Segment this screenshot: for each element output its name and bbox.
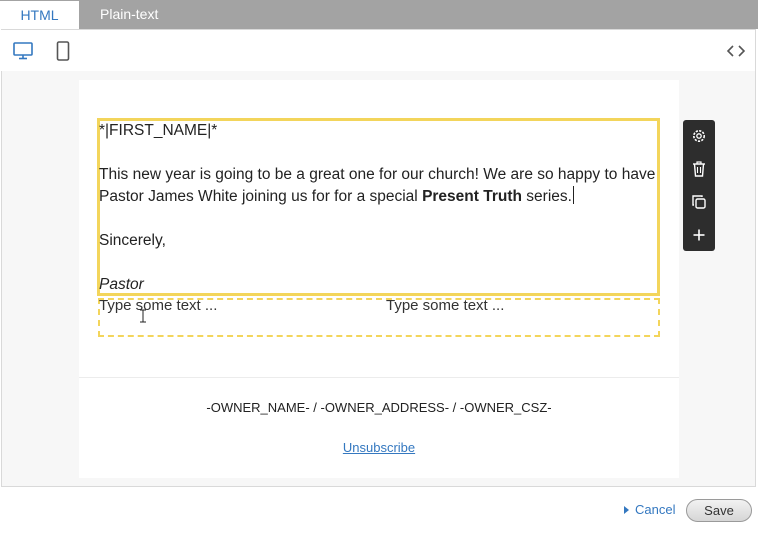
unsubscribe-link[interactable]: Unsubscribe (343, 440, 415, 455)
column-2-placeholder[interactable]: Type some text ... (386, 297, 504, 314)
block-settings-button[interactable] (683, 120, 715, 152)
cancel-button[interactable]: Cancel (624, 502, 675, 517)
body-bold-text: Present Truth (422, 188, 522, 205)
ibeam-cursor-icon (140, 309, 146, 323)
code-icon (726, 45, 746, 57)
cancel-label: Cancel (635, 502, 676, 517)
block-duplicate-button[interactable] (683, 186, 715, 218)
tab-plain-text[interactable]: Plain-text (100, 0, 158, 29)
text-block-content[interactable]: *|FIRST_NAME|* This new year is going to… (99, 120, 659, 296)
tab-html[interactable]: HTML (0, 0, 79, 30)
gear-icon (693, 130, 705, 142)
mobile-icon (56, 41, 70, 61)
caret-right-icon (624, 505, 629, 514)
block-delete-button[interactable] (683, 153, 715, 185)
editor-toolbar (1, 30, 755, 71)
duplicate-icon (692, 195, 706, 209)
block-add-button[interactable] (683, 219, 715, 251)
mobile-view-button[interactable] (50, 38, 76, 64)
code-view-button[interactable] (723, 38, 749, 64)
text-cursor (572, 186, 574, 204)
body-text-end: series. (521, 188, 572, 205)
trash-icon (693, 161, 705, 177)
closing-text: Sincerely, (99, 232, 166, 249)
desktop-view-button[interactable] (10, 38, 36, 64)
merge-tag-first-name: *|FIRST_NAME|* (99, 122, 218, 139)
save-button[interactable]: Save (686, 499, 752, 522)
block-tools-panel (683, 120, 715, 251)
footer-divider (79, 377, 679, 378)
desktop-icon (13, 42, 33, 60)
body-paragraph: This new year is going to be a great one… (99, 164, 659, 208)
plus-icon (693, 229, 705, 241)
signature-text: Pastor (99, 276, 144, 293)
column-1-placeholder[interactable]: Type some text ... (99, 297, 217, 314)
footer-unsubscribe: Unsubscribe (79, 440, 679, 455)
footer-address: -OWNER_NAME- / -OWNER_ADDRESS- / -OWNER_… (206, 400, 552, 415)
